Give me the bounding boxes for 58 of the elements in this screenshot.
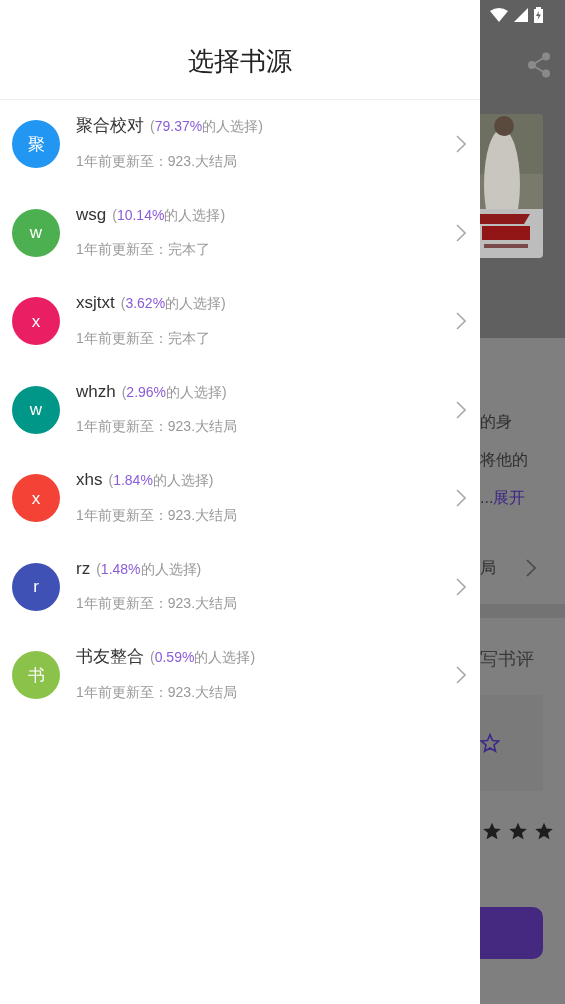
star-icon [508, 821, 528, 841]
source-item[interactable]: r rz (1.48%的人选择) 1年前更新至：923.大结局 [0, 542, 480, 631]
source-update: 1年前更新至：完本了 [76, 328, 211, 348]
latest-chapter-text: 局 [480, 558, 496, 578]
source-avatar: w [12, 208, 60, 257]
intro-text: 将他的 [480, 450, 529, 470]
source-avatar: w [12, 385, 60, 434]
intro-text: 的身 [480, 412, 513, 432]
source-name: xsjtxt [76, 292, 115, 314]
chevron-right-icon [456, 400, 466, 419]
source-name: xhs [76, 469, 103, 491]
source-item[interactable]: x xsjtxt (3.62%的人选择) 1年前更新至：完本了 [0, 277, 480, 366]
source-name: whzh [76, 380, 116, 403]
source-share: (0.59%的人选择) [150, 648, 256, 667]
source-avatar: x [12, 474, 60, 523]
source-item[interactable]: x xhs (1.84%的人选择) 1年前更新至：923.大结局 [0, 454, 480, 543]
source-share: (2.96%的人选择) [121, 382, 227, 402]
source-share: (1.48%的人选择) [96, 559, 202, 579]
source-update: 1年前更新至：923.大结局 [76, 682, 239, 702]
signal-icon [514, 8, 528, 22]
source-avatar: r [12, 562, 60, 611]
source-share: (10.14%的人选择) [112, 205, 226, 225]
star-icon [480, 733, 500, 753]
source-name: 书友整合 [76, 646, 144, 668]
chevron-right-icon [526, 559, 536, 577]
intro-text: ... [480, 488, 494, 508]
source-update: 1年前更新至：923.大结局 [76, 594, 239, 613]
source-share: (79.37%的人选择) [150, 117, 263, 136]
source-avatar: 聚 [12, 120, 60, 169]
wifi-icon [490, 8, 508, 22]
source-share: (3.62%的人选择) [120, 294, 226, 313]
source-update: 1年前更新至：923.大结局 [76, 151, 239, 171]
action-button[interactable] [480, 907, 543, 959]
star-icon [482, 821, 502, 841]
source-item[interactable]: w wsg (10.14%的人选择) 1年前更新至：完本了 [0, 188, 480, 277]
source-update: 1年前更新至：完本了 [76, 240, 211, 259]
battery-icon [534, 7, 543, 23]
share-icon[interactable] [527, 52, 551, 78]
source-item[interactable]: 聚 聚合校对 (79.37%的人选择) 1年前更新至：923.大结局 [0, 100, 480, 189]
source-update: 1年前更新至：923.大结局 [76, 505, 239, 525]
source-item[interactable]: 书 书友整合 (0.59%的人选择) 1年前更新至：923.大结局 [0, 631, 480, 720]
source-avatar: x [12, 297, 60, 346]
source-item[interactable]: w whzh (2.96%的人选择) 1年前更新至：923.大结局 [0, 365, 480, 454]
chevron-right-icon [456, 223, 466, 242]
chevron-right-icon [456, 577, 466, 596]
chevron-right-icon [456, 666, 466, 685]
rating-card[interactable] [480, 695, 543, 791]
star-icon [534, 821, 554, 841]
source-update: 1年前更新至：923.大结局 [76, 417, 239, 436]
source-avatar: 书 [12, 651, 60, 700]
chevron-right-icon [456, 312, 466, 331]
source-name: 聚合校对 [76, 115, 144, 137]
drawer-title: 选择书源 [188, 45, 292, 78]
source-name: wsg [76, 203, 107, 226]
source-name: rz [76, 557, 91, 580]
chevron-right-icon [456, 135, 466, 154]
chevron-right-icon [456, 489, 466, 508]
source-share: (1.84%的人选择) [108, 471, 214, 490]
